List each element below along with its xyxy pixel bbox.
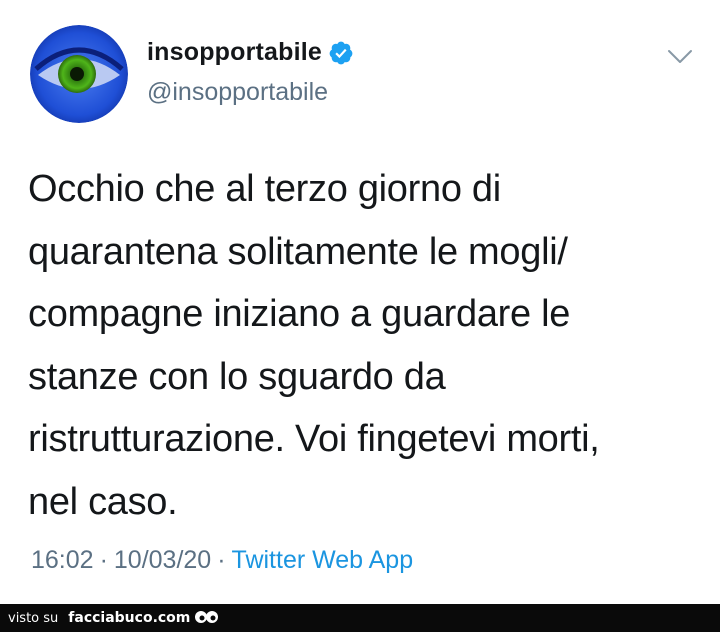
tweet-time[interactable]: 16:02 [31, 546, 94, 575]
tweet-card: insopportabile @insopportabile Occhio ch… [0, 0, 720, 604]
display-name[interactable]: insopportabile [147, 38, 354, 67]
display-name-text: insopportabile [147, 38, 323, 66]
chevron-down-icon[interactable] [667, 48, 693, 66]
watermark-site-name[interactable]: facciabuco.com [68, 610, 190, 626]
facciabuco-logo-icon [194, 608, 220, 628]
watermark-visto-label: visto su [8, 610, 59, 626]
verified-badge-icon [328, 40, 354, 66]
avatar[interactable] [30, 25, 128, 123]
tweet-text: Occhio che al terzo giorno di quarantena… [28, 168, 600, 523]
user-handle[interactable]: @insopportabile [147, 78, 328, 107]
tweet-date[interactable]: 10/03/20 [114, 546, 211, 575]
tweet-source-link[interactable]: Twitter Web App [232, 546, 414, 575]
meta-separator: · [99, 546, 108, 574]
avatar-eye-image [30, 25, 128, 123]
tweet-metadata: 16:02 · 10/03/20 · Twitter Web App [31, 546, 413, 575]
watermark-bar: visto su facciabuco.com [0, 604, 720, 632]
meta-separator: · [217, 546, 226, 574]
